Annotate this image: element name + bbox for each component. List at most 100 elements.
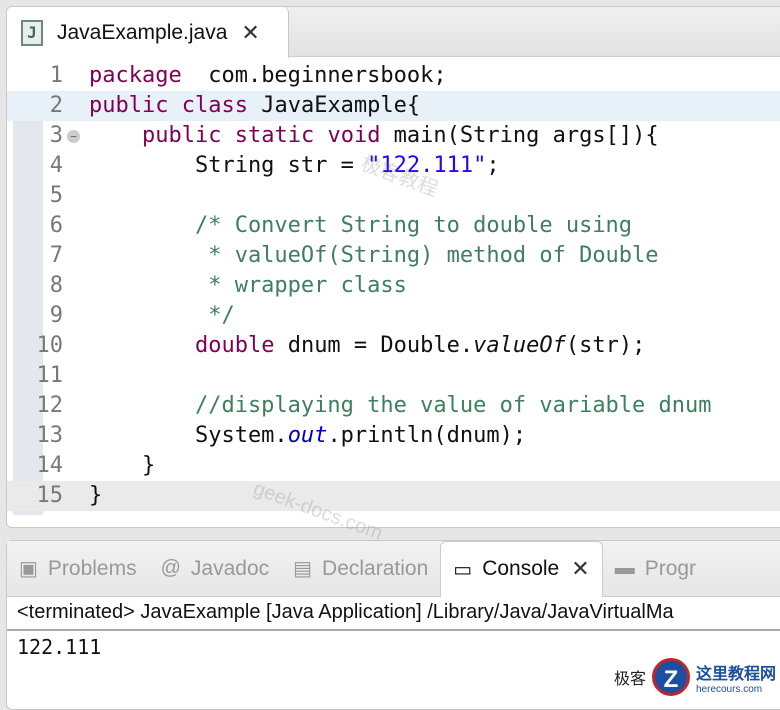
code-text: */ xyxy=(89,301,235,331)
code-token: out xyxy=(287,423,328,448)
tab-label: Declaration xyxy=(322,556,429,580)
problems-icon: ▣ xyxy=(19,558,38,580)
code-line: 9 */ xyxy=(7,301,780,331)
line-number: 9 xyxy=(49,303,63,328)
code-token: * valueOf(String) method of Double xyxy=(89,243,659,268)
code-area[interactable]: 1 package com.beginnersbook; 2 public class… xyxy=(7,61,780,511)
code-line: 10 double dnum = Double.valueOf(str); xyxy=(7,331,780,361)
line-number: 10 xyxy=(36,333,64,358)
code-line: 4 String str = "122.111"; xyxy=(7,151,780,181)
code-line: 1 package com.beginnersbook; xyxy=(7,61,780,91)
code-line: 11 xyxy=(7,361,780,391)
close-icon[interactable]: ✕ xyxy=(571,556,589,582)
code-token: } xyxy=(89,453,156,478)
code-line: 2 public class JavaExample{ xyxy=(7,91,780,121)
code-token: (str); xyxy=(565,333,646,358)
panel-tab-bar: ▣ Problems @ Javadoc ▤ Declaration ▭ Console ✕ ▬ P… xyxy=(7,540,780,597)
tab-label: Problems xyxy=(47,556,137,580)
tab-progr[interactable]: ▬ Progr xyxy=(603,541,708,597)
logo-icon: Z xyxy=(651,658,690,696)
progr-icon: ▬ xyxy=(614,557,635,579)
code-text: System.out.println(dnum); xyxy=(89,421,526,451)
code-token: System. xyxy=(89,423,288,448)
line-number: 6 xyxy=(49,213,63,238)
code-token: //displaying the value of variable dnum xyxy=(89,393,712,418)
code-token: void xyxy=(327,123,381,148)
code-token: public xyxy=(141,123,222,148)
line-number: 12 xyxy=(36,393,64,418)
line-number: 15 xyxy=(36,483,64,508)
tab-problems[interactable]: ▣ Problems xyxy=(7,541,149,597)
code-line: 5 xyxy=(7,181,780,211)
code-text: //displaying the value of variable dnum xyxy=(89,391,712,421)
code-token: package xyxy=(89,63,182,88)
code-token: valueOf xyxy=(473,333,566,358)
tab-declaration[interactable]: ▤ Declaration xyxy=(281,541,440,597)
line-number: 7 xyxy=(49,243,63,268)
line-number: 13 xyxy=(36,423,64,448)
code-text: package com.beginnersbook; xyxy=(89,61,447,91)
code-token: ; xyxy=(486,153,500,178)
console-icon: ▭ xyxy=(453,558,473,581)
code-text: * valueOf(String) method of Double xyxy=(89,241,659,271)
code-token: public xyxy=(89,93,169,118)
line-number: 3 xyxy=(49,123,63,148)
logo-prefix: 极客 xyxy=(613,671,646,688)
code-line: 3− public static void main(String args[]… xyxy=(7,121,780,151)
code-token: dnum = Double. xyxy=(274,333,474,358)
line-number: 2 xyxy=(49,93,63,118)
tab-javaexample[interactable]: J JavaExample.java ✕ xyxy=(7,7,289,58)
tab-label: Progr xyxy=(644,556,697,580)
tab-javadoc[interactable]: @ Javadoc xyxy=(149,541,282,597)
java-file-icon: J xyxy=(21,19,43,46)
code-text: } xyxy=(89,481,102,511)
code-text: } xyxy=(89,451,155,481)
code-token: double xyxy=(194,333,275,358)
console-status: <terminated> JavaExample [Java Applicati… xyxy=(7,597,780,631)
code-text: * wrapper class xyxy=(89,271,407,301)
code-token: String str = xyxy=(89,153,368,178)
code-line: 8 * wrapper class xyxy=(7,271,780,301)
code-line: 13 System.out.println(dnum); xyxy=(7,421,780,451)
code-token: static xyxy=(234,123,315,148)
fold-icon[interactable]: − xyxy=(67,130,80,143)
code-token: com.beginnersbook; xyxy=(181,63,447,88)
line-number: 14 xyxy=(36,453,64,478)
code-line: 7 * valueOf(String) method of Double xyxy=(7,241,780,271)
code-line: 12 //displaying the value of variable dn… xyxy=(7,391,780,421)
code-text: String str = "122.111"; xyxy=(89,151,500,181)
code-token: /* Convert String to double using xyxy=(89,213,633,238)
code-text: public static void main(String args[]){ xyxy=(89,121,659,151)
code-token: .println(dnum); xyxy=(327,423,527,448)
javadoc-icon: @ xyxy=(160,557,181,579)
tab-label: JavaExample.java xyxy=(57,20,228,44)
code-token: JavaExample{ xyxy=(247,93,421,118)
code-token: class xyxy=(181,93,248,118)
tab-console[interactable]: ▭ Console ✕ xyxy=(440,540,603,597)
watermark-logo: 极客 Z 这里教程网 herecours.com xyxy=(614,658,776,696)
code-token: "122.111" xyxy=(367,153,487,178)
code-line: 6 /* Convert String to double using xyxy=(7,211,780,241)
code-token: main(String args[]){ xyxy=(380,123,659,148)
tab-label: Console xyxy=(482,557,560,580)
code-token: } xyxy=(89,483,103,508)
editor-tab-bar: J JavaExample.java ✕ xyxy=(7,7,780,58)
close-icon[interactable]: ✕ xyxy=(241,20,259,46)
code-editor: J JavaExample.java ✕ 1 package com.beginn… xyxy=(6,6,780,528)
logo-title: 这里教程网 xyxy=(695,665,776,683)
line-number: 8 xyxy=(49,273,63,298)
logo-url: herecours.com xyxy=(695,683,763,695)
code-text: public class JavaExample{ xyxy=(89,91,420,121)
line-number: 11 xyxy=(36,363,64,388)
code-line: 14 } xyxy=(7,451,780,481)
code-token: */ xyxy=(89,303,235,328)
line-number: 4 xyxy=(49,153,63,178)
line-number: 1 xyxy=(49,63,63,88)
line-number: 5 xyxy=(49,183,63,208)
declaration-icon: ▤ xyxy=(293,558,313,580)
code-text: double dnum = Double.valueOf(str); xyxy=(89,331,645,361)
